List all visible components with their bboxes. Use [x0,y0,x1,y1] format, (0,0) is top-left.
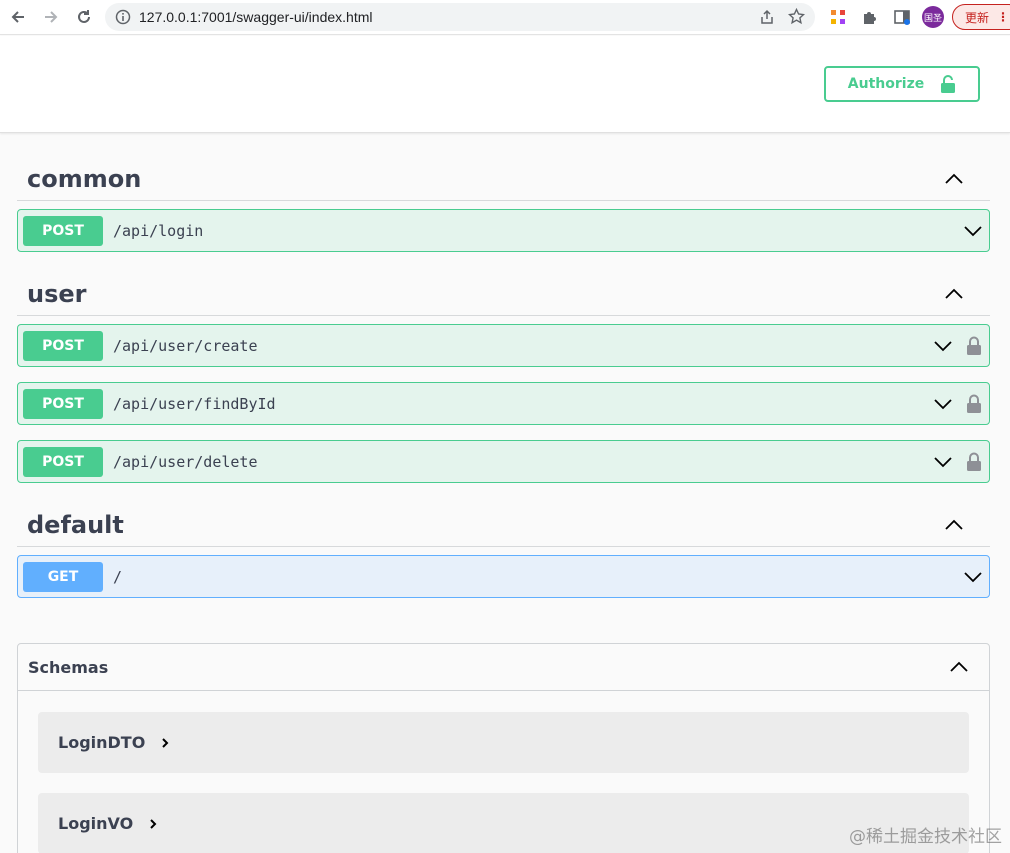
operation-post-user-create[interactable]: POST /api/user/create [17,324,990,367]
reload-button[interactable] [69,2,99,32]
operation-path: / [113,567,123,586]
reload-icon [78,10,90,23]
chevron-down-icon[interactable] [963,221,983,241]
tag-header-user[interactable]: user [17,272,990,316]
operation-path: /api/user/create [113,336,258,355]
swagger-topbar: Authorize [0,36,1010,133]
operation-get-root[interactable]: GET / [17,555,990,598]
chevron-up-icon[interactable] [944,169,964,189]
schemas-title: Schemas [28,657,109,677]
chevron-up-icon[interactable] [944,284,964,304]
side-panel-icon [894,10,910,25]
arrow-right-icon [45,11,58,23]
update-button[interactable]: 更新 ⋮ [952,4,1010,30]
model-loginvo[interactable]: LoginVO [38,793,969,853]
extension-icon-1[interactable] [828,7,848,27]
model-name: LoginVO [58,814,134,833]
model-logindto[interactable]: LoginDTO [38,712,969,773]
arrow-left-icon [11,11,24,23]
chevron-right-icon [150,818,157,829]
tag-name: user [27,279,87,308]
tag-name: common [27,164,142,193]
menu-icon[interactable]: ⋮ [997,10,1009,24]
operation-path: /api/login [113,221,204,240]
method-badge: POST [23,330,103,361]
forward-button[interactable] [36,2,66,32]
operation-path: /api/user/findById [113,394,276,413]
bookmark-star-icon[interactable] [788,8,805,25]
model-name: LoginDTO [58,733,146,752]
profile-avatar[interactable]: 国圣 [922,6,944,28]
watermark: @稀土掘金技术社区 [849,827,1002,847]
method-badge: POST [23,215,103,246]
chevron-up-icon[interactable] [949,657,969,677]
side-panel-button[interactable] [892,7,912,27]
grid-extension-icon [831,10,845,24]
lock-icon[interactable] [966,394,982,413]
chevron-up-icon[interactable] [944,515,964,535]
operation-path: /api/user/delete [113,452,258,471]
tag-header-default[interactable]: default [17,503,990,547]
method-badge: POST [23,446,103,477]
url-text: 127.0.0.1:7001/swagger-ui/index.html [139,9,373,25]
chevron-down-icon[interactable] [933,452,953,472]
chevron-right-icon [162,737,169,748]
chevron-down-icon[interactable] [963,567,983,587]
unlock-icon [941,75,956,93]
browser-toolbar: 127.0.0.1:7001/swagger-ui/index.html 国圣 … [0,0,1010,35]
authorize-label: Authorize [847,76,925,92]
tag-header-common[interactable]: common [17,157,990,201]
update-label: 更新 [965,10,990,25]
address-bar[interactable]: 127.0.0.1:7001/swagger-ui/index.html [105,3,815,31]
extensions-button[interactable] [860,7,880,27]
puzzle-icon [864,12,876,24]
method-badge: POST [23,388,103,419]
back-button[interactable] [3,2,33,32]
operation-post-user-findbyid[interactable]: POST /api/user/findById [17,382,990,425]
lock-icon[interactable] [966,336,982,355]
schemas-section: Schemas LoginDTO LoginVO [17,643,990,853]
operation-post-login[interactable]: POST /api/login [17,209,990,252]
lock-icon[interactable] [966,452,982,471]
info-icon[interactable] [115,9,131,25]
share-icon[interactable] [759,9,775,25]
operation-post-user-delete[interactable]: POST /api/user/delete [17,440,990,483]
chevron-down-icon[interactable] [933,394,953,414]
tag-name: default [27,510,124,539]
method-badge: GET [23,561,103,592]
chevron-down-icon[interactable] [933,336,953,356]
schemas-header[interactable]: Schemas [18,644,989,691]
authorize-button[interactable]: Authorize [824,66,980,102]
